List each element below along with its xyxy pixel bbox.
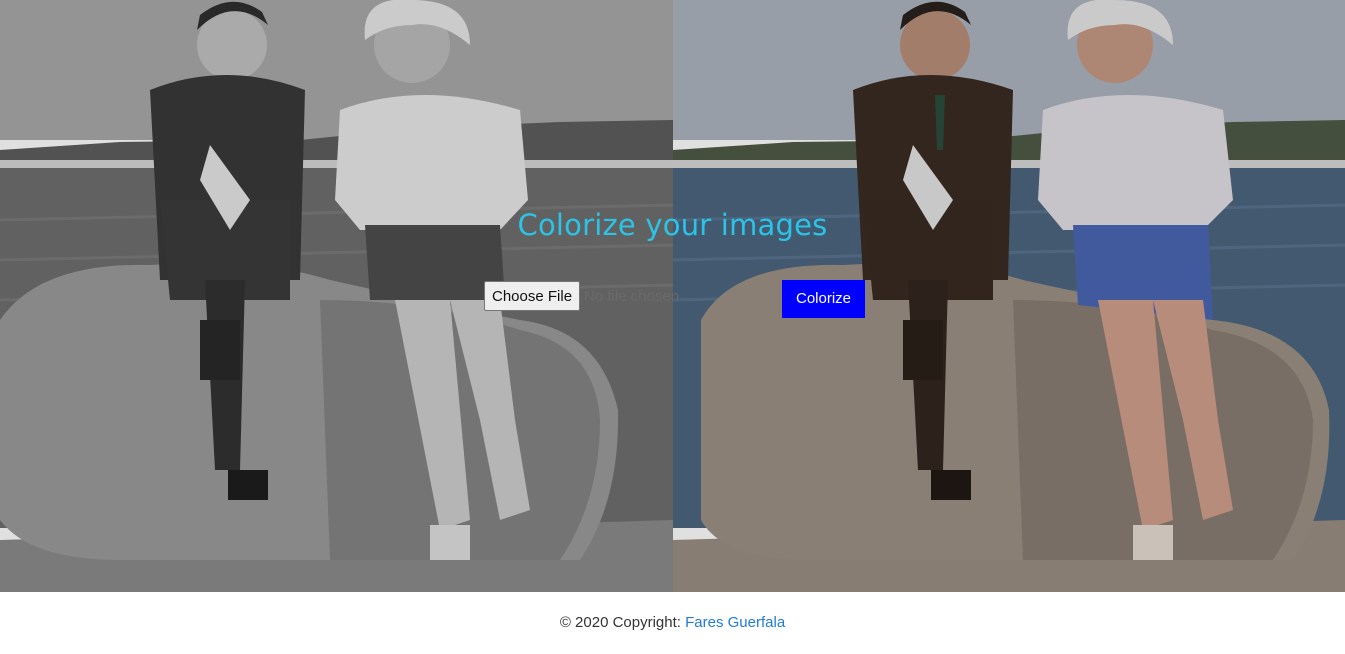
colorize-button[interactable]: Colorize: [782, 280, 865, 318]
choose-file-button[interactable]: Choose File: [484, 281, 581, 311]
author-link[interactable]: Fares Guerfala: [685, 614, 785, 631]
copyright-text: © 2020 Copyright:: [559, 614, 681, 631]
file-status-text: No file chosen: [584, 288, 680, 305]
hero-section: Colorize your images Choose File No file…: [0, 0, 1345, 592]
colorized-photo: [673, 0, 1345, 592]
footer: © 2020 Copyright: Fares Guerfala: [0, 592, 1345, 644]
page-title: Colorize your images: [517, 208, 828, 242]
